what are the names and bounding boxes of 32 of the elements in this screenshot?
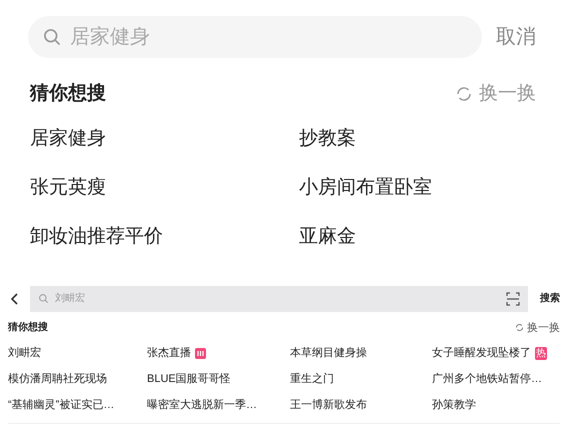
suggestion-item[interactable]: BLUE国服哥哥怪 [147, 371, 231, 387]
cancel-button[interactable]: 取消 [496, 22, 536, 52]
hot-badge: 热 [535, 346, 547, 360]
suggestion-item[interactable]: 重生之门 [290, 371, 334, 387]
search-icon [42, 27, 62, 47]
suggestion-item[interactable]: 张元英瘦 [30, 174, 106, 200]
suggestion-item[interactable]: 王一博新歌发布 [290, 397, 367, 413]
suggestion-item[interactable]: 亚麻金 [299, 222, 356, 250]
search-icon [38, 293, 49, 304]
search-placeholder: 刘畊宏 [55, 292, 86, 306]
suggestion-item[interactable]: 曝密室大逃脱新一季… [147, 397, 257, 413]
refresh-icon [455, 85, 473, 104]
suggestion-item[interactable]: 广州多个地铁站暂停… [432, 371, 542, 387]
suggestion-item[interactable]: 抄教案 [299, 124, 356, 152]
suggestion-item[interactable]: 孙策教学 [432, 397, 476, 413]
search-placeholder: 居家健身 [70, 25, 150, 50]
suggestion-item[interactable]: 模仿潘周聃社死现场 [8, 371, 107, 387]
refresh-icon [515, 323, 524, 332]
section-title: 猜你想搜 [30, 82, 106, 106]
suggestion-item[interactable]: 小房间布置卧室 [299, 174, 432, 200]
search-button[interactable]: 搜索 [540, 291, 560, 306]
scan-icon[interactable] [506, 292, 520, 306]
section-title: 猜你想搜 [8, 320, 48, 336]
suggestion-item[interactable]: 本草纲目健身操 [290, 345, 367, 361]
refresh-button[interactable]: 换一换 [515, 320, 560, 336]
suggestion-item[interactable]: 张杰直播 [147, 345, 191, 361]
live-icon [195, 348, 206, 358]
suggestion-item[interactable]: “基辅幽灵”被证实已… [8, 397, 114, 413]
suggestion-item[interactable]: 居家健身 [30, 124, 106, 152]
suggestion-item[interactable]: 卸妆油推荐平价 [30, 222, 163, 250]
suggestion-item[interactable]: 刘畊宏 [8, 345, 41, 361]
suggestion-item[interactable]: 女子睡醒发现坠楼了 [432, 345, 531, 361]
